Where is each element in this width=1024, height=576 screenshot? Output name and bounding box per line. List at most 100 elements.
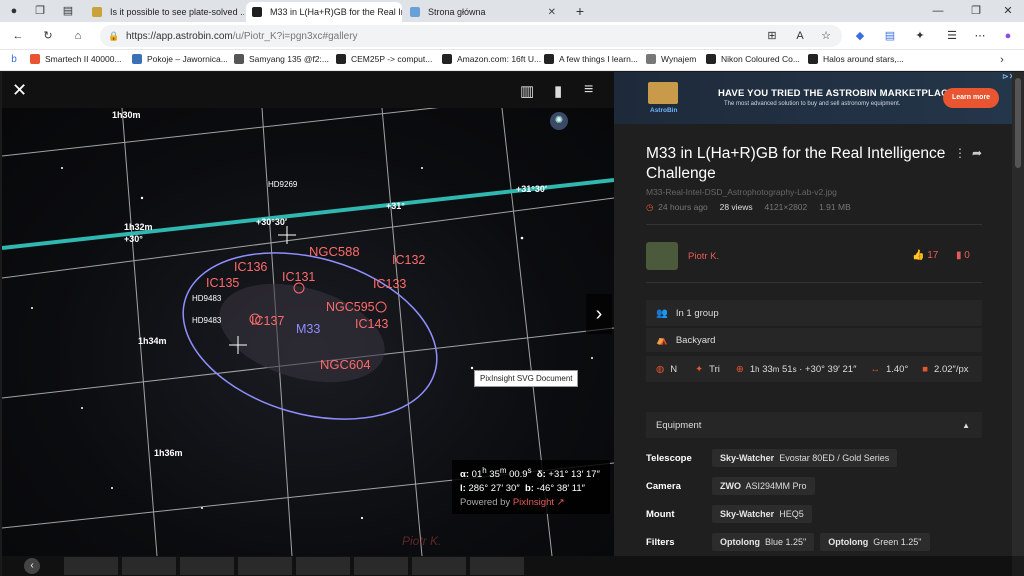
home-icon[interactable]: ⌂ — [70, 28, 86, 44]
thumbnail[interactable] — [412, 557, 466, 575]
file-name: M33-Real-Intel-DSD_Astrophotography-Lab-… — [646, 187, 837, 197]
image-viewer: ✕ ▥ ▮ ≡ ✺ 1h30m 1h32m 1h34m 1h36m +30° +… — [2, 72, 614, 556]
bookmark-item[interactable]: Samyang 135 @f2:... — [234, 54, 329, 64]
thumbnail[interactable] — [238, 557, 292, 575]
share-icon[interactable]: ➦ — [972, 146, 982, 160]
group-icon: 👥 — [656, 307, 668, 319]
thumbnail[interactable] — [122, 557, 176, 575]
tab-plate-solved[interactable]: Is it possible to see plate-solved ... ✕ — [86, 2, 244, 22]
like-button[interactable]: 👍 17 — [912, 250, 938, 261]
equipment-row-mount: Mount Sky-Watcher HEQ5 — [646, 504, 982, 524]
location-icon: ⛺ — [656, 334, 668, 346]
close-tab-icon[interactable]: ✕ — [548, 7, 556, 18]
bing-icon[interactable]: b — [6, 52, 22, 68]
panel-scrollbar[interactable] — [1012, 72, 1024, 556]
bookmark-item[interactable]: Halos around stars,... — [808, 54, 904, 64]
bookmark-item[interactable]: Smartech II 40000... — [30, 54, 122, 64]
learn-more-button[interactable]: Learn more — [943, 88, 999, 108]
avatar[interactable] — [646, 242, 678, 270]
next-image-icon[interactable]: › — [586, 294, 612, 334]
object-label: NGC604 — [320, 357, 371, 372]
globe-icon: ◍ — [656, 363, 665, 375]
astro-image[interactable]: ✺ 1h30m 1h32m 1h34m 1h36m +30° +30°30′ +… — [2, 108, 614, 556]
bookmark-item[interactable]: Nikon Coloured Co... — [706, 54, 800, 64]
bookmark-button[interactable]: ▮ 0 — [956, 250, 970, 261]
bookmark-icon: ▮ — [956, 250, 962, 261]
tab-m33[interactable]: M33 in L(Ha+R)GB for the Real Int... ✕ — [246, 2, 402, 22]
galactic-coords: l: 286° 27′ 30″ b: -46° 38′ 11″ — [460, 483, 586, 495]
object-label: IC136 — [234, 260, 268, 274]
bookmark-favicon-icon — [808, 54, 818, 64]
reload-icon[interactable]: ↻ — [40, 28, 56, 44]
divider — [646, 224, 982, 225]
pixinsight-link[interactable]: PixInsight — [513, 497, 554, 508]
location-row: ⛺ Backyard — [646, 328, 982, 352]
crosshair-icon: ⊕ — [735, 363, 744, 375]
collections-icon[interactable]: ☰ — [944, 28, 960, 44]
settings-sliders-icon[interactable]: ≡ — [584, 81, 593, 99]
back-icon[interactable]: ← — [10, 28, 26, 44]
equipment-row-camera: Camera ZWO ASI294MM Pro — [646, 476, 982, 496]
read-aloud-icon[interactable]: A — [792, 28, 808, 44]
bookmark-item[interactable]: A few things I learn... — [544, 54, 638, 64]
extension-icon[interactable]: ◆ — [852, 28, 868, 44]
tab-strona-glowna[interactable]: Strona główna ✕ — [404, 2, 562, 22]
thumbnail[interactable] — [296, 557, 350, 575]
divider — [646, 282, 982, 283]
bookmark-favicon-icon — [706, 54, 716, 64]
workspaces-icon[interactable]: ❐ — [32, 3, 48, 19]
object-label: IC131 — [282, 270, 316, 284]
copilot-icon[interactable]: ● — [1000, 28, 1016, 44]
bookmark-item[interactable]: Wynajem — [646, 54, 696, 64]
forum-favicon-icon — [92, 7, 102, 17]
extensions-icon[interactable]: ✦ — [912, 28, 928, 44]
equipment-chip[interactable]: Optolong Green 1.25" — [820, 533, 930, 551]
equipment-chip[interactable]: Sky-Watcher Evostar 80ED / Gold Series — [712, 449, 898, 467]
bookmark-item[interactable]: Amazon.com: 16ft U... — [442, 54, 541, 64]
extension-doc-icon[interactable]: ▤ — [882, 28, 898, 44]
object-label: NGC595 — [326, 300, 375, 314]
apps-icon[interactable]: ⊞ — [764, 28, 780, 44]
constellation: Tri — [709, 363, 720, 375]
new-tab-icon[interactable]: + — [572, 3, 588, 19]
tab-label: Strona główna — [428, 7, 486, 17]
image-title: M33 in L(Ha+R)GB for the Real Intelligen… — [646, 145, 946, 182]
equipment-chip[interactable]: ZWO ASI294MM Pro — [712, 477, 815, 495]
ad-choices-icon[interactable]: ⊳✕ — [1002, 72, 1012, 81]
equipment-chip[interactable]: Optolong Blue 1.25" — [712, 533, 815, 551]
tab-actions-icon[interactable]: ▤ — [60, 3, 76, 19]
close-window-icon[interactable]: ✕ — [1000, 3, 1016, 19]
map-icon[interactable]: ▥ — [520, 82, 534, 100]
bookmark-item[interactable]: Pokoje – Jawornica... — [132, 54, 228, 64]
maximize-icon[interactable]: ❐ — [968, 3, 984, 19]
profile-icon[interactable]: ● — [6, 3, 22, 19]
histogram-icon[interactable]: ▮ — [554, 82, 562, 100]
equipment-header[interactable]: Equipment ▲ — [646, 412, 982, 438]
address-bar[interactable]: 🔒 https://app.astrobin.com/u/Piotr_K?i=p… — [100, 25, 842, 47]
favorite-star-icon[interactable]: ☆ — [818, 28, 834, 44]
ad-subtitle: The most advanced solution to buy and se… — [724, 101, 901, 107]
bookmark-item[interactable]: CEM25P -> comput... — [336, 54, 432, 64]
plate-solve-icon[interactable]: ✺ — [550, 112, 568, 130]
advertisement-banner[interactable]: AstroBin HAVE YOU TRIED THE ASTROBIN MAR… — [614, 72, 1012, 124]
bookmarks-more-icon[interactable]: › — [994, 52, 1010, 68]
close-icon[interactable]: ✕ — [12, 80, 27, 101]
groups-row[interactable]: 👥 In 1 group — [646, 300, 982, 326]
pixel-scale-unit: ″/px — [952, 363, 969, 375]
thumbnail[interactable] — [64, 557, 118, 575]
url-host: https://app.astrobin.com — [126, 30, 233, 42]
scrollbar-thumb[interactable] — [1015, 78, 1021, 168]
author-name[interactable]: Piotr K. — [688, 251, 719, 262]
ra-label: 1h34m — [138, 336, 167, 346]
thumbnail[interactable] — [354, 557, 408, 575]
equipment-chip[interactable]: Sky-Watcher HEQ5 — [712, 505, 812, 523]
thumbnail[interactable] — [470, 557, 524, 575]
thumbnail[interactable] — [180, 557, 234, 575]
more-options-icon[interactable]: ⋮ — [954, 146, 966, 160]
more-icon[interactable]: ⋯ — [972, 28, 988, 44]
prev-thumbs-icon[interactable]: ‹ — [24, 558, 40, 574]
minimize-icon[interactable]: — — [930, 3, 946, 19]
ra-label: 1h32m — [124, 222, 153, 232]
object-label: IC133 — [373, 277, 407, 291]
ra-label: 1h36m — [154, 448, 183, 458]
